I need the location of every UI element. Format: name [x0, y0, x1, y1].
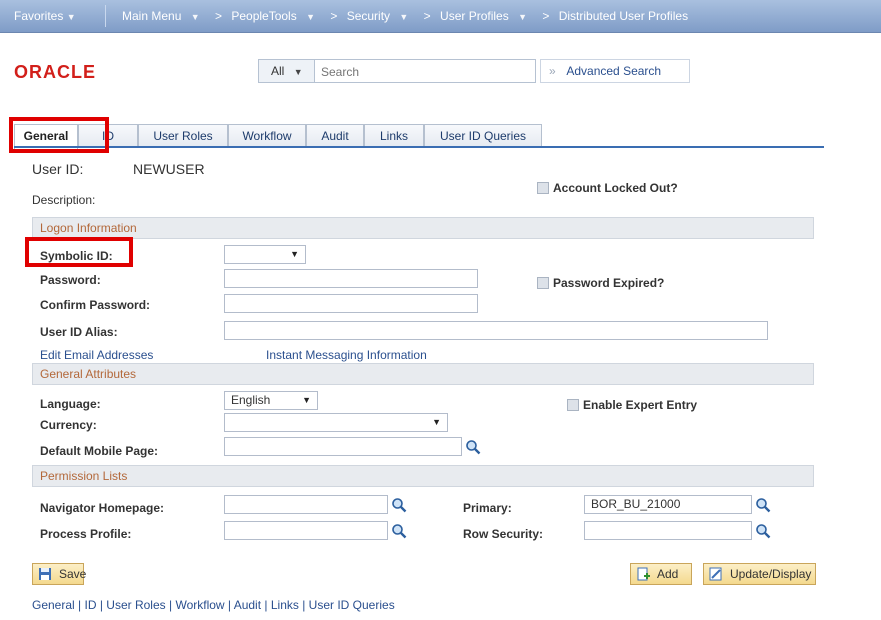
- language-value: English: [231, 393, 271, 407]
- currency-dropdown[interactable]: ▼: [224, 413, 448, 432]
- favorites-menu[interactable]: Favorites ▼: [14, 9, 76, 23]
- search-scope-dropdown[interactable]: All ▼: [259, 60, 315, 82]
- password-expired-label: Password Expired?: [553, 276, 665, 290]
- general-attributes-section: General Attributes: [32, 363, 814, 385]
- logon-information-section: Logon Information: [32, 217, 814, 239]
- add-label: Add: [657, 567, 679, 581]
- footer-link-user-roles[interactable]: User Roles: [106, 598, 165, 612]
- footer-link-links[interactable]: Links: [271, 598, 299, 612]
- account-locked-label: Account Locked Out?: [553, 181, 678, 195]
- floppy-disk-icon: [39, 568, 51, 580]
- edit-document-icon: [709, 567, 722, 581]
- symbolic-id-dropdown[interactable]: ▼: [224, 245, 306, 264]
- search-bar: All ▼: [258, 59, 536, 83]
- tab-user-id-queries[interactable]: User ID Queries: [424, 124, 542, 147]
- search-input[interactable]: [319, 62, 533, 82]
- description-label: Description:: [32, 193, 96, 207]
- breadcrumb-arrow-icon: >: [214, 9, 222, 23]
- search-scope-value: All: [271, 64, 285, 78]
- currency-label: Currency:: [40, 418, 97, 432]
- update-display-button[interactable]: Update/Display: [703, 563, 816, 585]
- save-label: Save: [59, 567, 87, 581]
- user-id-value: NEWUSER: [133, 161, 205, 177]
- footer-link-general[interactable]: General: [32, 598, 75, 612]
- add-document-icon: [637, 567, 650, 581]
- process-profile-field[interactable]: [224, 521, 388, 540]
- breadcrumb-security[interactable]: Security ▼: [347, 9, 415, 23]
- chevron-down-icon: ▼: [293, 67, 303, 77]
- password-expired-checkbox[interactable]: [537, 277, 549, 289]
- confirm-password-label: Confirm Password:: [40, 298, 151, 312]
- chevron-down-icon: ▼: [432, 417, 441, 427]
- tab-workflow[interactable]: Workflow: [228, 124, 306, 147]
- chevron-down-icon: ▼: [302, 395, 311, 405]
- chevron-down-icon: ▼: [190, 12, 200, 22]
- confirm-password-field[interactable]: [224, 294, 478, 313]
- breadcrumb-arrow-icon: >: [423, 9, 431, 23]
- navigator-homepage-field[interactable]: [224, 495, 388, 514]
- chevron-down-icon: ▼: [290, 249, 299, 259]
- breadcrumb-distributed-user-profiles[interactable]: Distributed User Profiles: [559, 9, 688, 23]
- enable-expert-entry-checkbox[interactable]: [567, 399, 579, 411]
- instant-messaging-link[interactable]: Instant Messaging Information: [266, 348, 427, 362]
- user-id-label: User ID:: [32, 161, 84, 177]
- account-locked-checkbox[interactable]: [537, 182, 549, 194]
- password-label: Password:: [40, 273, 101, 287]
- user-id-alias-label: User ID Alias:: [40, 325, 118, 339]
- lookup-magnifier-icon[interactable]: [755, 497, 771, 513]
- enable-expert-entry-label: Enable Expert Entry: [583, 398, 698, 412]
- default-mobile-page-label: Default Mobile Page:: [40, 444, 159, 458]
- tab-underline: [14, 146, 824, 148]
- chevron-down-icon: ▼: [399, 12, 409, 22]
- breadcrumb-main-menu[interactable]: Main Menu ▼: [122, 9, 206, 23]
- lookup-magnifier-icon[interactable]: [391, 497, 407, 513]
- highlight-box-general-tab: [9, 117, 109, 153]
- navigator-homepage-label: Navigator Homepage:: [40, 501, 165, 515]
- highlight-box-symbolic-id: [25, 237, 133, 267]
- permission-lists-section: Permission Lists: [32, 465, 814, 487]
- favorites-label: Favorites: [14, 9, 64, 23]
- double-chevron-right-icon[interactable]: »: [549, 64, 556, 78]
- primary-field[interactable]: BOR_BU_21000: [584, 495, 752, 514]
- tab-audit[interactable]: Audit: [306, 124, 364, 147]
- language-dropdown[interactable]: English ▼: [224, 391, 318, 410]
- save-button[interactable]: Save: [32, 563, 87, 585]
- oracle-logo: ORACLE: [14, 62, 96, 82]
- breadcrumb-peopletools[interactable]: PeopleTools ▼: [231, 9, 321, 23]
- tab-user-roles[interactable]: User Roles: [138, 124, 228, 147]
- edit-email-addresses-link[interactable]: Edit Email Addresses: [40, 348, 153, 362]
- add-button[interactable]: Add: [630, 563, 692, 585]
- process-profile-label: Process Profile:: [40, 527, 132, 541]
- breadcrumb-user-profiles[interactable]: User Profiles ▼: [440, 9, 533, 23]
- footer-link-id[interactable]: ID: [85, 598, 97, 612]
- lookup-magnifier-icon[interactable]: [465, 439, 481, 455]
- footer-link-user-id-queries[interactable]: User ID Queries: [309, 598, 395, 612]
- footer-tab-links: General | ID | User Roles | Workflow | A…: [32, 598, 395, 612]
- tab-links[interactable]: Links: [364, 124, 424, 147]
- primary-label: Primary:: [463, 501, 512, 515]
- breadcrumb-arrow-icon: >: [330, 9, 338, 23]
- language-label: Language:: [40, 397, 101, 411]
- footer-link-audit[interactable]: Audit: [234, 598, 261, 612]
- password-field[interactable]: [224, 269, 478, 288]
- top-navigation-bar: Favorites ▼ Main Menu ▼ > PeopleTools ▼ …: [0, 0, 881, 33]
- row-security-field[interactable]: [584, 521, 752, 540]
- footer-link-workflow[interactable]: Workflow: [175, 598, 224, 612]
- breadcrumb-arrow-icon: >: [542, 9, 550, 23]
- advanced-search-link[interactable]: Advanced Search: [566, 64, 661, 78]
- advanced-search-area: » Advanced Search: [540, 59, 690, 83]
- breadcrumb: Main Menu ▼ > PeopleTools ▼ > Security ▼…: [122, 9, 694, 23]
- chevron-down-icon: ▼: [518, 12, 527, 22]
- update-display-label: Update/Display: [730, 567, 812, 581]
- chevron-down-icon: ▼: [306, 12, 315, 22]
- user-id-alias-field[interactable]: [224, 321, 768, 340]
- chevron-down-icon: ▼: [66, 12, 76, 22]
- nav-separator: [105, 5, 106, 27]
- lookup-magnifier-icon[interactable]: [391, 523, 407, 539]
- lookup-magnifier-icon[interactable]: [755, 523, 771, 539]
- default-mobile-page-field[interactable]: [224, 437, 462, 456]
- row-security-label: Row Security:: [463, 527, 544, 541]
